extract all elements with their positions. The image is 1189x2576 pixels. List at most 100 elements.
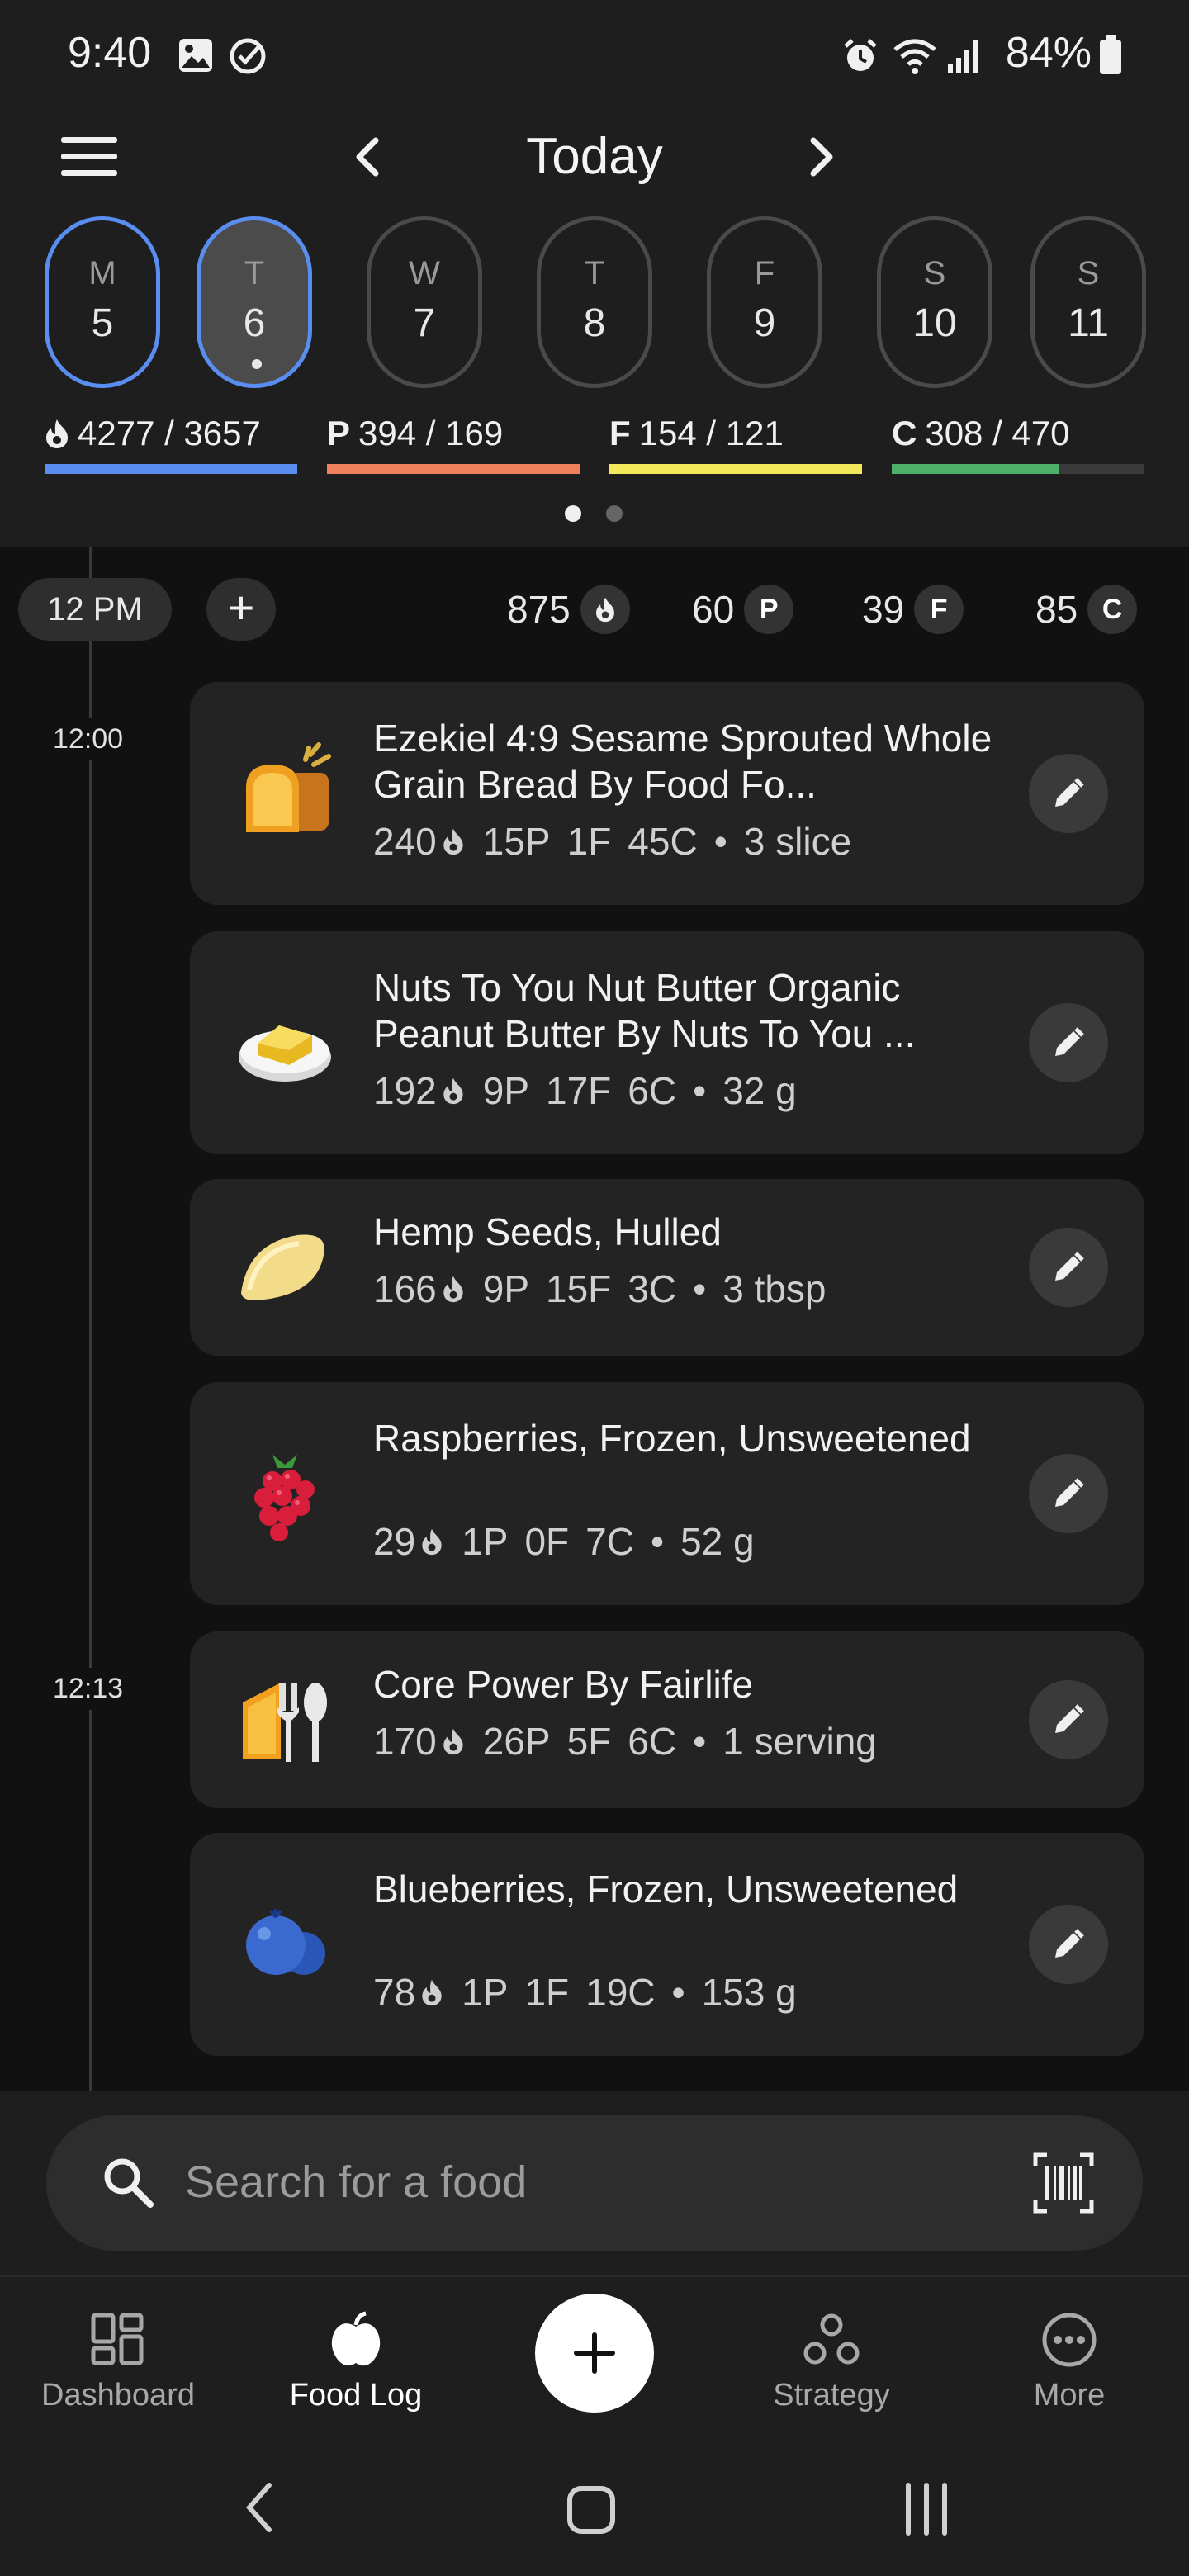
- edit-button[interactable]: [1029, 1680, 1108, 1759]
- food-name: Ezekiel 4:9 Sesame Sprouted Whole Grain …: [373, 717, 992, 806]
- butter-icon: [239, 1025, 331, 1082]
- food-search-bar[interactable]: Search for a food: [46, 2115, 1143, 2251]
- food-entry[interactable]: Ezekiel 4:9 Sesame Sprouted Whole Grain …: [190, 682, 1144, 905]
- meal-total-calories: 875: [507, 578, 630, 641]
- timestamp: 12:13: [50, 1668, 127, 1710]
- food-name: Nuts To You Nut Butter Organic Peanut Bu…: [373, 966, 916, 1055]
- protein-badge: P: [744, 585, 794, 634]
- food-entry[interactable]: Blueberries, Frozen, Unsweetened 78 1P 1…: [190, 1833, 1144, 2056]
- plus-icon: [574, 2332, 615, 2374]
- seed-icon: [241, 1234, 324, 1300]
- day-pill-fri[interactable]: F 9: [707, 216, 822, 388]
- menu-icon[interactable]: [58, 132, 121, 182]
- system-navigation-bar: [0, 2437, 1189, 2576]
- flame-icon: [422, 1528, 442, 1556]
- macro-summary[interactable]: 4277 / 3657 P 394 / 169 F 154 / 121 C 308 /…: [0, 413, 1189, 479]
- search-icon: [104, 2158, 154, 2208]
- home-icon[interactable]: [565, 2484, 618, 2536]
- add-to-meal-button[interactable]: +: [206, 578, 276, 641]
- day-pill-sat[interactable]: S 10: [877, 216, 992, 388]
- food-entry[interactable]: Core Power By Fairlife 170 26P 5F 6C • 1…: [190, 1631, 1144, 1808]
- food-stats: 78 1P 1F 19C • 153 g: [373, 1971, 797, 2014]
- fat-badge: F: [914, 585, 964, 634]
- edit-button[interactable]: [1029, 1454, 1108, 1533]
- food-stats: 170 26P 5F 6C • 1 serving: [373, 1720, 877, 1763]
- food-name: Hemp Seeds, Hulled: [373, 1210, 722, 1253]
- calorie-progress: [45, 464, 297, 474]
- page-dot-active: [565, 505, 581, 522]
- edit-button[interactable]: [1029, 1003, 1108, 1082]
- barcode-scan-icon[interactable]: [1032, 2152, 1095, 2214]
- timeline-line: [89, 547, 92, 2091]
- flame-icon: [422, 1979, 442, 2006]
- gallery-icon: [179, 39, 212, 72]
- blueberry-icon: [246, 1909, 325, 1975]
- food-entry[interactable]: Raspberries, Frozen, Unsweetened 29 1P 0…: [190, 1382, 1144, 1605]
- dashboard-icon: [91, 2313, 144, 2365]
- meal-time-chip[interactable]: 12 PM: [18, 578, 172, 641]
- today-dot: [252, 359, 262, 369]
- tab-strategy[interactable]: Strategy: [720, 2310, 943, 2413]
- day-pill-sun[interactable]: S 11: [1030, 216, 1146, 388]
- bottom-navigation: Dashboard Food Log Strategy More: [0, 2275, 1189, 2437]
- food-stats: 29 1P 0F 7C • 52 g: [373, 1520, 755, 1563]
- wifi-icon: [893, 39, 936, 74]
- search-area: Search for a food: [0, 2091, 1189, 2275]
- back-icon[interactable]: [239, 2479, 281, 2536]
- bread-icon: [246, 742, 331, 832]
- page-title[interactable]: Today: [429, 116, 760, 198]
- edit-button[interactable]: [1029, 1905, 1108, 1984]
- tab-dashboard[interactable]: Dashboard: [7, 2310, 230, 2413]
- flame-icon: [46, 419, 68, 448]
- chevron-right-icon[interactable]: [797, 124, 846, 190]
- recents-icon[interactable]: [900, 2480, 953, 2538]
- raspberry-icon: [254, 1455, 315, 1541]
- calorie-summary: 4277 / 3657: [45, 413, 297, 479]
- protein-summary: P 394 / 169: [327, 413, 580, 479]
- flame-icon: [580, 585, 630, 634]
- fat-summary: F 154 / 121: [609, 413, 862, 479]
- flame-icon: [443, 1077, 463, 1105]
- edit-button[interactable]: [1029, 1228, 1108, 1307]
- flame-icon: [443, 1276, 463, 1303]
- alarm-icon: [844, 39, 877, 71]
- food-name: Blueberries, Frozen, Unsweetened: [373, 1868, 959, 1911]
- pencil-icon: [1055, 1478, 1084, 1507]
- food-stats: 240 15P 1F 45C • 3 slice: [373, 820, 852, 863]
- page-dot: [606, 505, 623, 522]
- apple-icon: [331, 2311, 381, 2366]
- pencil-icon: [1055, 1704, 1084, 1733]
- food-stats: 192 9P 17F 6C • 32 g: [373, 1069, 797, 1112]
- tab-food-log[interactable]: Food Log: [244, 2310, 467, 2413]
- signal-icon: [948, 40, 978, 73]
- food-name: Core Power By Fairlife: [373, 1663, 754, 1706]
- pencil-icon: [1055, 1027, 1084, 1056]
- day-pill-tue[interactable]: T 6: [197, 216, 312, 388]
- more-icon: [1042, 2313, 1097, 2367]
- battery-icon: [1100, 35, 1121, 74]
- check-circle-icon: [230, 38, 266, 74]
- meal-total-protein: 60 P: [692, 578, 794, 641]
- day-pill-wed[interactable]: W 7: [367, 216, 482, 388]
- chevron-left-icon[interactable]: [343, 124, 392, 190]
- food-entry[interactable]: Nuts To You Nut Butter Organic Peanut Bu…: [190, 931, 1144, 1154]
- day-pill-mon[interactable]: M 5: [45, 216, 160, 388]
- meal-total-carbs: 85 C: [1035, 578, 1138, 641]
- date-header: Today M 5 T 6 W 7 T 8 F 9 S 10 S 11 4277…: [0, 107, 1189, 547]
- fat-progress: [609, 464, 862, 474]
- edit-button[interactable]: [1029, 754, 1108, 833]
- cutlery-icon: [243, 1683, 327, 1762]
- carbs-summary: C 308 / 470: [892, 413, 1144, 479]
- protein-progress: [327, 464, 580, 474]
- food-entry[interactable]: Hemp Seeds, Hulled 166 9P 15F 3C • 3 tbs…: [190, 1179, 1144, 1356]
- search-input[interactable]: Search for a food: [185, 2157, 527, 2208]
- meal-header: 12 PM + 875 60 P 39 F 85 C: [0, 578, 1189, 641]
- status-time: 9:40: [68, 29, 152, 77]
- day-pill-thu[interactable]: T 8: [537, 216, 652, 388]
- tab-more[interactable]: More: [958, 2310, 1181, 2413]
- strategy-icon: [803, 2313, 860, 2365]
- carbs-badge: C: [1087, 585, 1138, 634]
- flame-icon: [443, 1728, 463, 1755]
- quick-add-button[interactable]: [535, 2294, 654, 2413]
- carbs-progress: [892, 464, 1059, 474]
